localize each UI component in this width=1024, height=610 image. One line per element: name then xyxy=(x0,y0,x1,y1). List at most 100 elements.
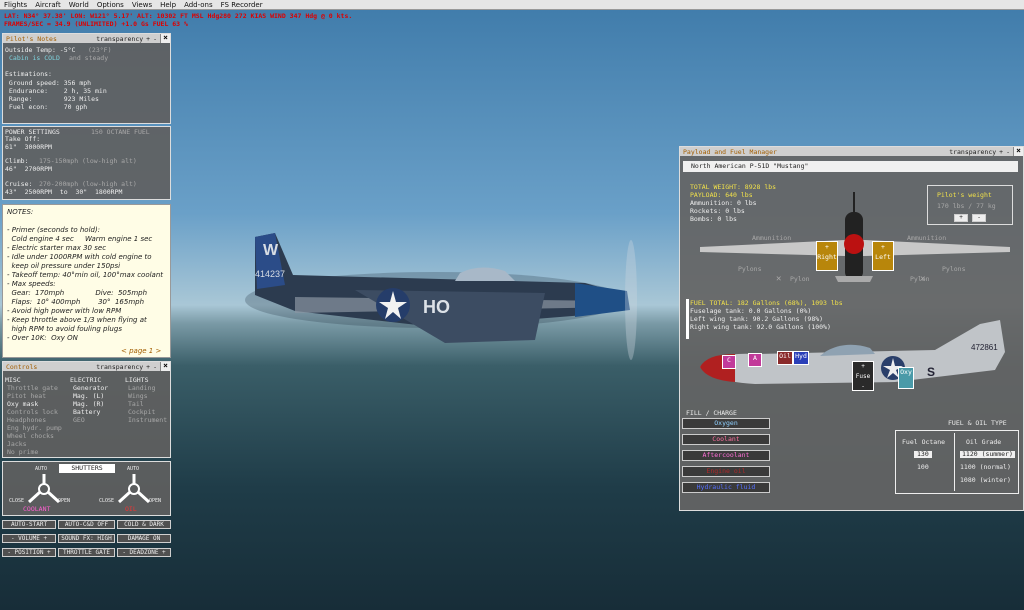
fill-aftercoolant-label: Aftercoolant xyxy=(702,451,750,459)
menu-flights[interactable]: Flights xyxy=(4,0,27,9)
fill-oxygen-button[interactable]: Oxygen xyxy=(682,418,770,429)
oil-grade-summer[interactable]: 1120 (summer) xyxy=(960,451,1015,458)
right-pylon-label: Pylon xyxy=(910,275,930,283)
cruise-speed: 270-200mph (low-high alt) xyxy=(39,180,137,188)
outside-temp: Outside Temp: -5°C xyxy=(5,46,76,54)
damage-button[interactable]: DAMAGE ON xyxy=(117,534,171,543)
menu-aircraft[interactable]: Aircraft xyxy=(35,0,61,9)
light-wings[interactable]: Wings xyxy=(128,393,148,400)
fill-aftercoolant-button[interactable]: Aftercoolant xyxy=(682,450,770,461)
transparency-label: transparency xyxy=(96,362,144,371)
side-serial: 472861 xyxy=(971,343,998,352)
estimations-title: Estimations: xyxy=(5,70,52,78)
transparency-minus[interactable]: - xyxy=(1006,148,1010,156)
volume-control[interactable]: - VOLUME + xyxy=(2,534,56,543)
ground-speed: Ground speed: 356 mph xyxy=(5,79,92,87)
misc-wheel-chocks[interactable]: Wheel chocks xyxy=(7,433,54,440)
fuel-total: FUEL TOTAL: 182 Gallons (68%), 1093 lbs xyxy=(690,299,843,307)
total-weight: TOTAL WEIGHT: 8928 lbs xyxy=(690,183,777,191)
close-icon[interactable]: × xyxy=(160,362,170,371)
fill-hydraulic-button[interactable]: Hydraulic fluid xyxy=(682,482,770,493)
fill-engine-oil-button[interactable]: Engine oil xyxy=(682,466,770,477)
octane-130[interactable]: 130 xyxy=(914,451,932,458)
elec-generator[interactable]: Generator xyxy=(73,385,108,392)
fill-coolant-button[interactable]: Coolant xyxy=(682,434,770,445)
elec-mag-left[interactable]: Mag. (L) xyxy=(73,393,104,400)
light-landing[interactable]: Landing xyxy=(128,385,155,392)
position-control[interactable]: - POSITION + xyxy=(2,548,56,557)
transparency-plus[interactable]: + xyxy=(146,363,150,371)
auto-start-button[interactable]: AUTO-START xyxy=(2,520,56,529)
fill-hydraulic-label: Hydraulic fluid xyxy=(696,483,756,491)
transparency-minus[interactable]: - xyxy=(153,363,157,371)
notes-page-nav[interactable]: < page 1 > xyxy=(121,347,161,355)
fuel-oil-type-box: Fuel Octane Oil Grade 130 100 1120 (summ… xyxy=(895,430,1019,494)
oil-grade-winter[interactable]: 1080 (winter) xyxy=(960,477,1011,484)
oil-grade-normal[interactable]: 1100 (normal) xyxy=(960,464,1011,471)
close-icon[interactable]: × xyxy=(160,34,170,43)
misc-pitot-heat[interactable]: Pitot heat xyxy=(7,393,46,400)
oil-tank[interactable]: Oil xyxy=(777,351,793,365)
left-bay-label: Left xyxy=(875,253,891,261)
shutters-title: SHUTTERS xyxy=(59,464,115,473)
right-pylons-label: Pylons xyxy=(942,265,966,273)
pilots-notes-titlebar: Pilot's Notes transparency + - × xyxy=(3,34,170,43)
notes-line: - Primer (seconds to hold): xyxy=(7,226,101,234)
oil-grade-heading: Oil Grade xyxy=(966,438,1002,446)
transparency-plus[interactable]: + xyxy=(999,148,1003,156)
controls-titlebar: Controls transparency + - × xyxy=(3,362,170,371)
light-instrument[interactable]: Instrument xyxy=(128,417,167,424)
menu-add-ons[interactable]: Add-ons xyxy=(184,0,213,9)
transparency-plus[interactable]: + xyxy=(146,35,150,43)
outside-temp-f: (23°F) xyxy=(88,46,112,54)
misc-oxy-mask[interactable]: Oxy mask xyxy=(7,401,38,408)
menu-world[interactable]: World xyxy=(69,0,89,9)
fuselage-fuel-tank[interactable]: + Fuse - xyxy=(852,361,874,391)
misc-no-prime[interactable]: No prime xyxy=(7,449,38,456)
coolant-tank[interactable]: C xyxy=(722,355,736,369)
notes-line: - Electric starter max 30 sec xyxy=(7,244,107,252)
fill-coolant-label: Coolant xyxy=(712,435,740,443)
climb-speed: 175-150mph (low-high alt) xyxy=(39,157,137,165)
fill-engine-oil-label: Engine oil xyxy=(706,467,746,475)
misc-throttle-gate[interactable]: Throttle gate xyxy=(7,385,58,392)
fuel-econ: Fuel econ: 70 gph xyxy=(5,103,88,111)
menu-bar: Flights Aircraft World Options Views Hel… xyxy=(0,0,1024,10)
auto-cd-button[interactable]: AUTO-C&D OFF xyxy=(58,520,115,529)
close-icon[interactable]: × xyxy=(1013,147,1023,156)
octane-100[interactable]: 100 xyxy=(917,464,929,471)
notes-line: - Idle under 1000RPM with cold engine to xyxy=(7,253,152,261)
light-cockpit[interactable]: Cockpit xyxy=(128,409,155,416)
p51-aircraft-view: W 414237 HO xyxy=(245,233,637,360)
transparency-minus[interactable]: - xyxy=(153,35,157,43)
left-ammo-bay[interactable]: + Left xyxy=(872,241,894,271)
elec-geo[interactable]: GEO xyxy=(73,417,85,424)
notes-line: - Max speeds: xyxy=(7,280,56,288)
throttle-gate-button[interactable]: THROTTLE GATE xyxy=(58,548,115,557)
misc-jacks[interactable]: Jacks xyxy=(7,441,27,448)
left-pylon-close-icon[interactable]: ✕ xyxy=(776,275,781,284)
elec-mag-right[interactable]: Mag. (R) xyxy=(73,401,104,408)
notes-line: keep oil pressure under 150psi xyxy=(7,262,121,270)
light-tail[interactable]: Tail xyxy=(128,401,144,408)
menu-options[interactable]: Options xyxy=(97,0,124,9)
cold-dark-button[interactable]: COLD & DARK xyxy=(117,520,171,529)
menu-views[interactable]: Views xyxy=(132,0,152,9)
hydraulic-tank[interactable]: Hyd xyxy=(793,351,809,365)
aftercoolant-tank[interactable]: A xyxy=(748,353,762,367)
hud-position-line: LAT: N34° 37.38' LON: W121° 5.17' ALT: 1… xyxy=(4,12,353,20)
right-ammo-bay[interactable]: + Right xyxy=(816,241,838,271)
left-pylons-label: Pylons xyxy=(738,265,762,273)
oxygen-tank[interactable]: Oxy xyxy=(898,367,914,389)
misc-headphones[interactable]: Headphones xyxy=(7,417,46,424)
fuel-oil-divider xyxy=(954,433,955,491)
menu-fs-recorder[interactable]: FS Recorder xyxy=(221,0,263,9)
elec-battery[interactable]: Battery xyxy=(73,409,100,416)
misc-controls-lock[interactable]: Controls lock xyxy=(7,409,58,416)
lights-heading: LIGHTS xyxy=(125,376,149,384)
misc-hydr-pump[interactable]: Eng hydr. pump xyxy=(7,425,62,432)
oil-open-label: OPEN xyxy=(149,498,162,504)
menu-help[interactable]: Help xyxy=(160,0,176,9)
deadzone-control[interactable]: - DEADZONE + xyxy=(117,548,171,557)
sound-fx-button[interactable]: SOUND FX: HIGH xyxy=(58,534,115,543)
